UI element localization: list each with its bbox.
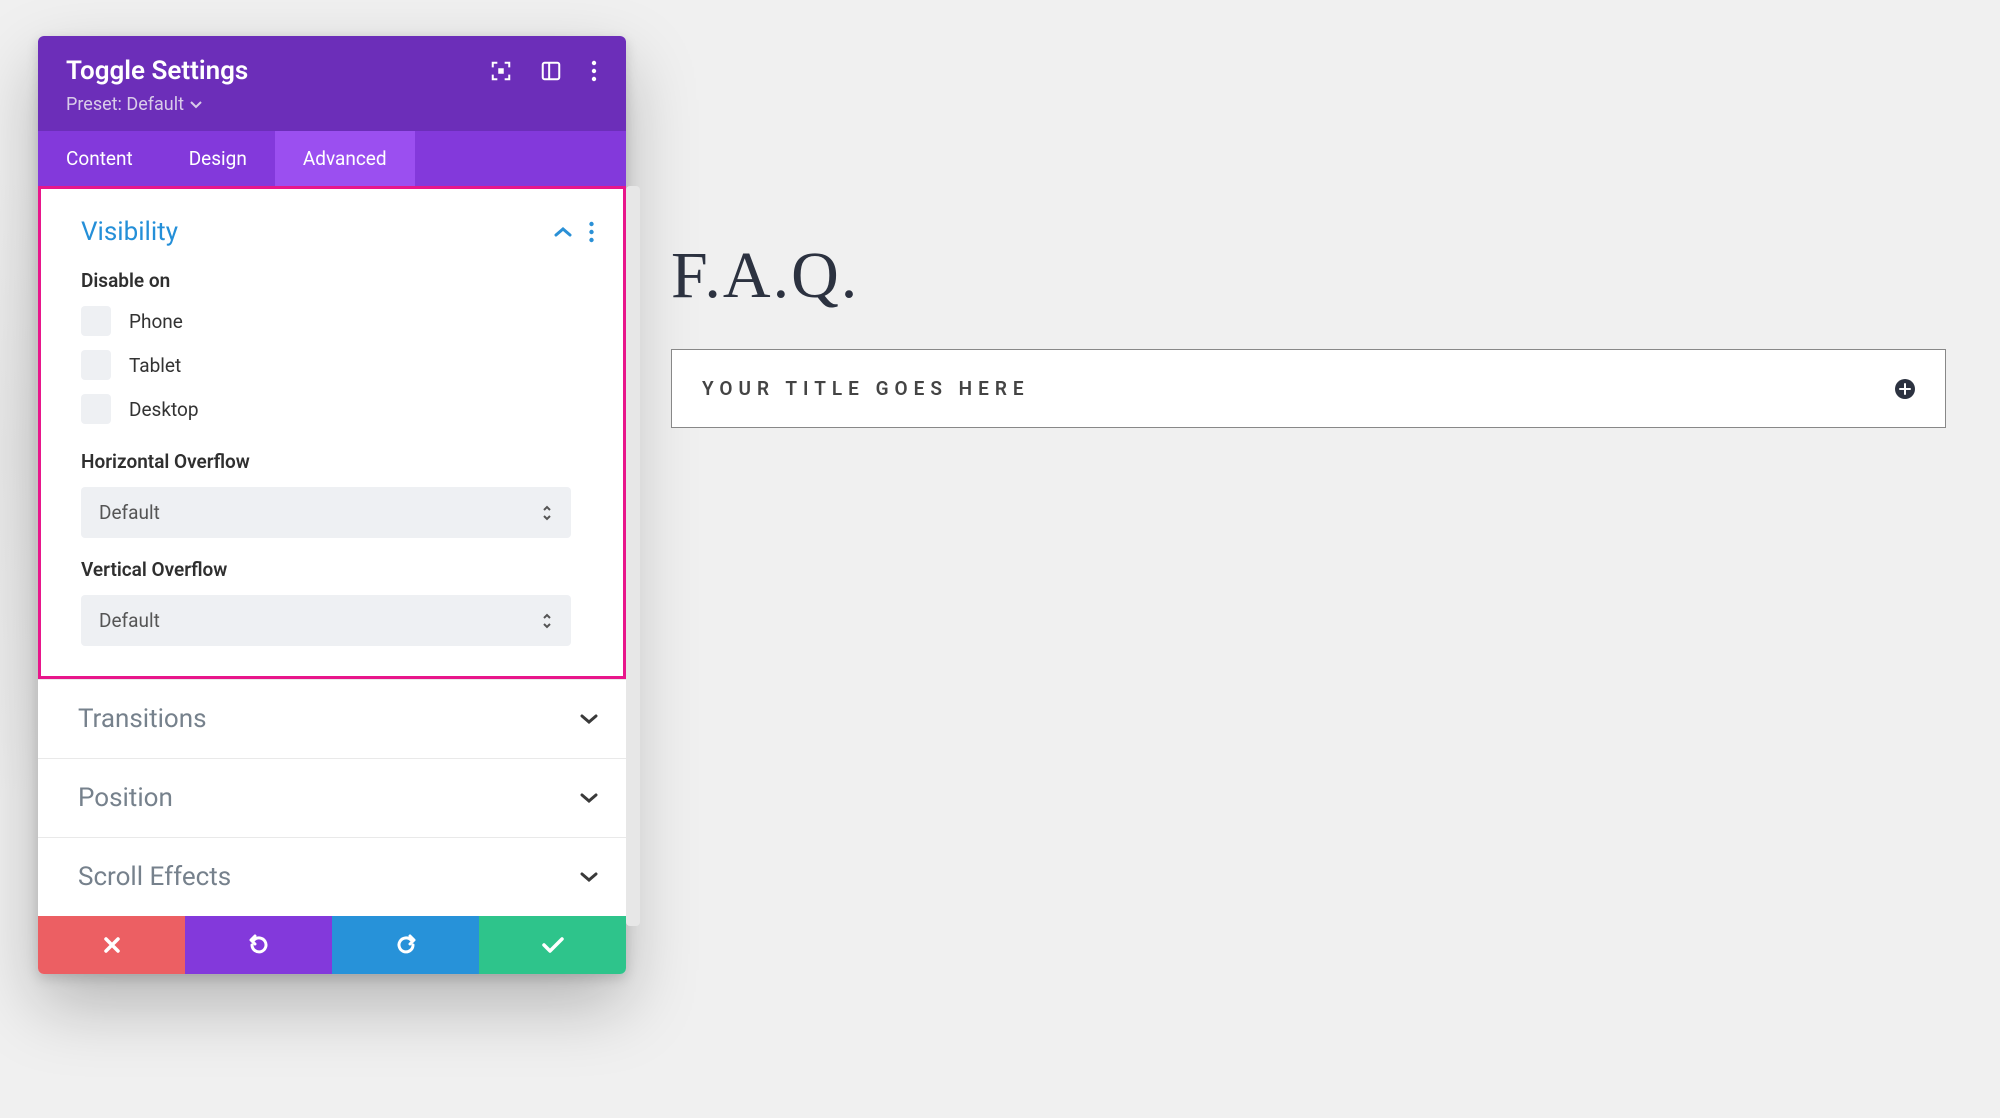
checkbox-phone-label: Phone bbox=[129, 310, 183, 333]
preview-heading: F.A.Q. bbox=[671, 238, 859, 314]
panel-footer bbox=[38, 916, 626, 974]
panel-title: Toggle Settings bbox=[66, 56, 490, 86]
checkbox-tablet-label: Tablet bbox=[129, 354, 181, 377]
plus-icon bbox=[1895, 379, 1915, 399]
save-button[interactable] bbox=[479, 916, 626, 974]
section-more-icon[interactable] bbox=[588, 221, 595, 243]
background-edge bbox=[0, 100, 36, 800]
h-overflow-label: Horizontal Overflow bbox=[81, 450, 595, 473]
section-title-position: Position bbox=[78, 783, 580, 813]
checkbox-tablet[interactable] bbox=[81, 350, 111, 380]
visibility-header[interactable]: Visibility bbox=[81, 217, 595, 247]
section-title-scroll-effects: Scroll Effects bbox=[78, 862, 580, 892]
tab-advanced[interactable]: Advanced bbox=[275, 131, 415, 186]
checkbox-desktop-label: Desktop bbox=[129, 398, 199, 421]
tab-design[interactable]: Design bbox=[161, 131, 275, 186]
h-overflow-value: Default bbox=[99, 501, 541, 524]
panel-header: Toggle Settings bbox=[38, 36, 626, 131]
section-header-position[interactable]: Position bbox=[38, 759, 626, 837]
chevron-down-icon bbox=[580, 713, 598, 725]
chevron-down-icon bbox=[580, 792, 598, 804]
section-header-scroll-effects[interactable]: Scroll Effects bbox=[38, 838, 626, 916]
scrollbar[interactable] bbox=[626, 186, 640, 926]
redo-icon bbox=[394, 933, 418, 957]
toggle-title: YOUR TITLE GOES HERE bbox=[702, 377, 1895, 400]
v-overflow-value: Default bbox=[99, 609, 541, 632]
section-position: Position bbox=[38, 758, 626, 837]
more-menu-icon[interactable] bbox=[590, 60, 598, 82]
chevron-up-icon[interactable] bbox=[554, 226, 572, 238]
section-title-transitions: Transitions bbox=[78, 704, 580, 734]
v-overflow-select[interactable]: Default bbox=[81, 595, 571, 646]
settings-tabs: Content Design Advanced bbox=[38, 131, 626, 186]
section-scroll-effects: Scroll Effects bbox=[38, 837, 626, 916]
section-transitions: Transitions bbox=[38, 679, 626, 758]
checkbox-phone[interactable] bbox=[81, 306, 111, 336]
panel-body: Visibility Disable on Phone bbox=[38, 186, 626, 916]
checkbox-phone-row: Phone bbox=[81, 306, 595, 336]
sidebar-snap-icon[interactable] bbox=[540, 60, 562, 82]
select-arrows-icon bbox=[541, 504, 553, 522]
preset-dropdown[interactable]: Preset: Default bbox=[66, 94, 598, 115]
select-arrows-icon bbox=[541, 612, 553, 630]
section-visibility: Visibility Disable on Phone bbox=[38, 186, 626, 679]
checkbox-tablet-row: Tablet bbox=[81, 350, 595, 380]
tab-content[interactable]: Content bbox=[38, 131, 161, 186]
v-overflow-label: Vertical Overflow bbox=[81, 558, 595, 581]
section-title-visibility: Visibility bbox=[81, 217, 554, 247]
settings-panel: Toggle Settings bbox=[38, 36, 626, 974]
close-icon bbox=[102, 935, 122, 955]
disable-on-label: Disable on bbox=[81, 269, 595, 292]
chevron-down-icon bbox=[190, 101, 202, 109]
section-header-transitions[interactable]: Transitions bbox=[38, 680, 626, 758]
checkbox-desktop-row: Desktop bbox=[81, 394, 595, 424]
chevron-down-icon bbox=[580, 871, 598, 883]
cancel-button[interactable] bbox=[38, 916, 185, 974]
preset-label: Preset: Default bbox=[66, 94, 184, 115]
checkbox-desktop[interactable] bbox=[81, 394, 111, 424]
expand-icon[interactable] bbox=[490, 60, 512, 82]
undo-button[interactable] bbox=[185, 916, 332, 974]
undo-icon bbox=[247, 933, 271, 957]
toggle-module[interactable]: YOUR TITLE GOES HERE bbox=[671, 349, 1946, 428]
h-overflow-select[interactable]: Default bbox=[81, 487, 571, 538]
redo-button[interactable] bbox=[332, 916, 479, 974]
check-icon bbox=[541, 935, 565, 955]
